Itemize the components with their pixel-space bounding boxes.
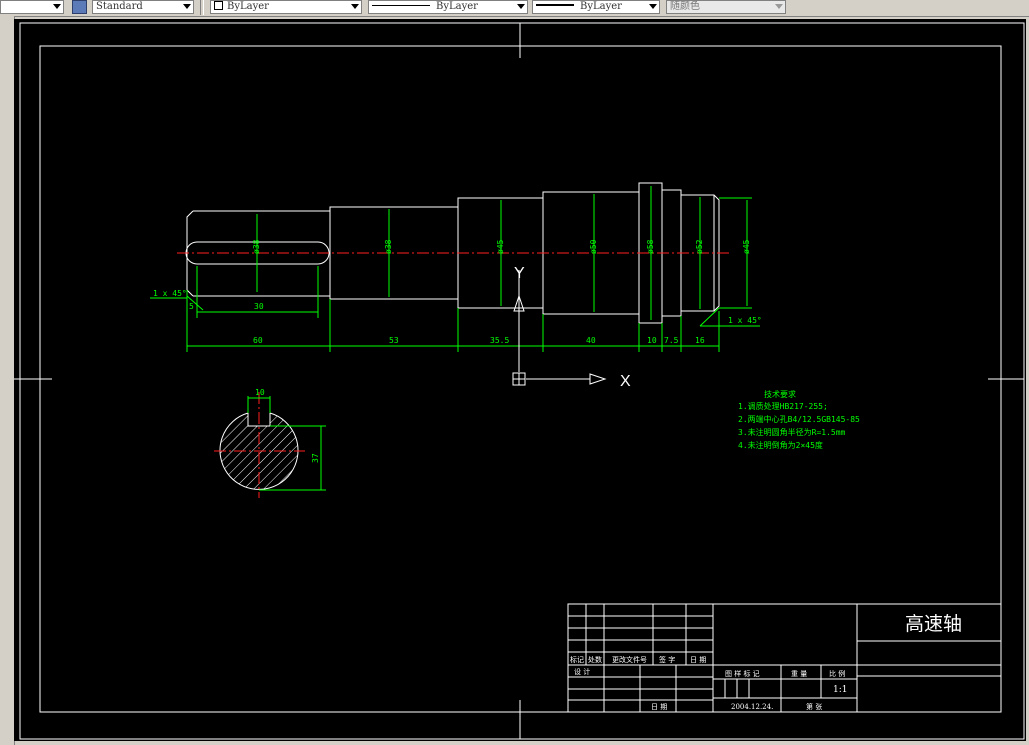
dim-len-10: 10	[647, 336, 657, 345]
text-style-value: Standard	[96, 1, 143, 12]
tb-stage: 图 样 标 记	[725, 669, 760, 678]
tb-part-name: 高速轴	[905, 613, 962, 635]
toolbar-separator	[200, 0, 204, 15]
dim-dia-2: ø38	[384, 239, 393, 254]
tb-design: 设 计	[574, 667, 590, 676]
properties-toolbar: Standard ByLayer ByLayer ByLayer 随颜色	[0, 0, 1029, 17]
lineweight-dropdown[interactable]: ByLayer	[532, 0, 660, 14]
linetype-value: ByLayer	[436, 1, 478, 12]
notes-title: 技术要求	[764, 389, 796, 399]
dim-dia-7: ø45	[742, 239, 751, 254]
linetype-sample-icon	[372, 5, 430, 6]
dim-small-5: 5	[189, 302, 194, 311]
tb-scale: 1:1	[833, 685, 847, 695]
tb-date-value: 2004.12.24.	[731, 703, 773, 711]
layer-swatch-icon	[214, 1, 223, 10]
tb-scale-header: 比 例	[829, 669, 845, 678]
layer-value: ByLayer	[227, 1, 269, 12]
dim-len-60: 60	[253, 336, 263, 345]
dim-key-width: 10	[255, 388, 265, 397]
tb-date-label: 日 期	[651, 703, 667, 711]
color-value: 随颜色	[670, 1, 700, 12]
layer-dropdown[interactable]: ByLayer	[210, 0, 362, 14]
sheet-frame	[19, 22, 1025, 740]
chamfer-right-label: 1 x 45°	[728, 316, 762, 325]
drawing-canvas[interactable]: ø38 ø38 ø45 ø50 ø58 ø52 ø45 60 53 35.5 4…	[14, 19, 1026, 741]
dim-dia-3: ø45	[496, 239, 505, 254]
ucs-icon: Y X	[512, 265, 631, 390]
lineweight-sample-icon	[536, 4, 574, 6]
dim-len-35-5: 35.5	[490, 336, 509, 345]
dim-dia-4: ø50	[589, 239, 598, 254]
tb-sign: 签 字	[659, 655, 675, 664]
note-3: 3.未注明圆角半径为R=1.5mm	[738, 427, 846, 437]
note-4: 4.未注明倒角为2×45度	[738, 440, 823, 450]
tb-weight: 重 量	[791, 670, 807, 678]
cross-section: 10 37	[214, 388, 326, 498]
note-2: 2.两端中心孔B4/12.5GB145-85	[738, 414, 860, 424]
tb-mark: 标记	[570, 655, 584, 664]
left-edge	[0, 16, 15, 745]
technical-notes: 技术要求 1.调质处理HB217-255; 2.两端中心孔B4/12.5GB14…	[738, 389, 860, 450]
note-1: 1.调质处理HB217-255;	[738, 401, 828, 411]
linetype-dropdown[interactable]: ByLayer	[368, 0, 528, 14]
text-style-dropdown[interactable]: Standard	[92, 0, 194, 14]
chamfer-left-label: 1 x 45°	[153, 289, 187, 298]
tb-count: 处数	[588, 655, 602, 664]
ucs-x-label: X	[620, 373, 631, 390]
dim-len-7-5: 7.5	[664, 336, 679, 345]
dim-len-53: 53	[389, 336, 399, 345]
lineweight-value: ByLayer	[580, 1, 622, 12]
text-style-icon[interactable]	[72, 0, 87, 14]
prev-dropdown[interactable]	[0, 0, 64, 14]
dim-key-length: 30	[254, 302, 264, 311]
ucs-y-label: Y	[514, 265, 525, 282]
dim-dia-6: ø52	[695, 239, 704, 254]
tb-file: 更改文件号	[612, 655, 647, 664]
dim-section-depth: 37	[311, 453, 320, 463]
dim-len-16: 16	[695, 336, 705, 345]
dim-dia-5: ø58	[646, 239, 655, 254]
dim-dia-1: ø38	[252, 239, 261, 254]
dim-len-40: 40	[586, 336, 596, 345]
color-dropdown[interactable]: 随颜色	[666, 0, 786, 14]
cad-drawing: ø38 ø38 ø45 ø50 ø58 ø52 ø45 60 53 35.5 4…	[14, 22, 1025, 740]
tb-date: 日 期	[690, 656, 706, 664]
tb-sheet: 第 张	[806, 702, 822, 711]
